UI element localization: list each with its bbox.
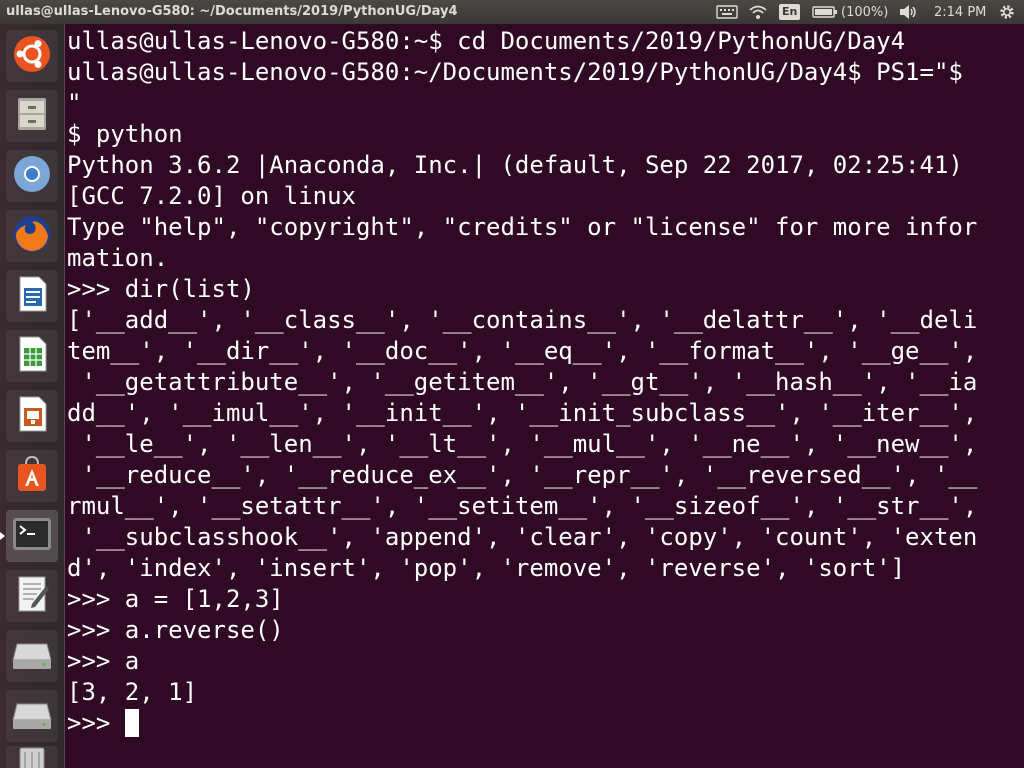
terminal-line: "	[67, 89, 82, 117]
window-title: ullas@ullas-Lenovo-G580: ~/Documents/201…	[6, 4, 458, 19]
language-indicator[interactable]: En	[779, 0, 801, 24]
text-editor-icon	[12, 574, 52, 618]
battery-percent: (100%)	[841, 4, 889, 20]
terminal-line: ['__add__', '__class__', '__contains__',…	[67, 306, 978, 334]
launcher	[0, 24, 65, 768]
terminal-line: $ python	[67, 120, 183, 148]
battery-icon	[812, 6, 838, 18]
terminal-line: [3, 2, 1]	[67, 678, 198, 706]
terminal-line: >>> a.reverse()	[67, 616, 284, 644]
launcher-disk-button-1[interactable]	[6, 630, 58, 682]
terminal-line: '__le__', '__len__', '__lt__', '__mul__'…	[67, 430, 978, 458]
chromium-icon	[12, 154, 52, 198]
terminal-line: Type "help", "copyright", "credits" or "…	[67, 213, 978, 241]
launcher-text-editor-button[interactable]	[6, 570, 58, 622]
terminal-line: >>> dir(list)	[67, 275, 255, 303]
file-cabinet-icon	[12, 94, 52, 138]
hard-drive-icon	[11, 694, 53, 738]
terminal-line: ullas@ullas-Lenovo-G580:~/Documents/2019…	[67, 58, 963, 86]
terminal-line: tem__', '__dir__', '__doc__', '__eq__', …	[67, 337, 978, 365]
spreadsheet-calc-icon	[12, 334, 52, 378]
terminal-line: dd__', '__imul__', '__init__', '__init_s…	[67, 399, 978, 427]
launcher-disk-button-2[interactable]	[6, 690, 58, 742]
launcher-calc-button[interactable]	[6, 330, 58, 382]
terminal-line: >>> a = [1,2,3]	[67, 585, 284, 613]
launcher-files-button[interactable]	[6, 90, 58, 142]
terminal-line: mation.	[67, 244, 169, 272]
document-writer-icon	[12, 274, 52, 318]
terminal-line: '__getattribute__', '__getitem__', '__gt…	[67, 368, 978, 396]
ubuntu-logo-icon	[12, 34, 52, 78]
terminal-cursor	[124, 709, 139, 737]
top-panel: ullas@ullas-Lenovo-G580: ~/Documents/201…	[0, 0, 1024, 24]
terminal-line: Python 3.6.2 |Anaconda, Inc.| (default, …	[67, 151, 963, 179]
terminal-line: '__subclasshook__', 'append', 'clear', '…	[67, 523, 978, 551]
active-app-indicator	[0, 532, 5, 540]
terminal-line: ullas@ullas-Lenovo-G580:~$ cd Documents/…	[67, 27, 906, 55]
hard-drive-icon	[11, 634, 53, 678]
keyboard-icon[interactable]	[716, 0, 738, 24]
trash-icon	[12, 746, 52, 768]
clock[interactable]: 2:14 PM	[934, 0, 986, 24]
terminal-prompt-line[interactable]: >>>	[67, 708, 977, 739]
clock-label: 2:14 PM	[934, 4, 987, 20]
terminal-line: >>> a	[67, 647, 140, 675]
firefox-icon	[12, 214, 52, 258]
terminal-line: d', 'index', 'insert', 'pop', 'remove', …	[67, 554, 906, 582]
volume-icon[interactable]	[898, 0, 918, 24]
launcher-impress-button[interactable]	[6, 390, 58, 442]
terminal-window[interactable]: ullas@ullas-Lenovo-G580:~$ cd Documents/…	[65, 24, 1024, 768]
terminal-line: rmul__', '__setattr__', '__setitem__', '…	[67, 492, 978, 520]
gear-icon[interactable]	[998, 0, 1016, 24]
software-center-icon	[12, 454, 52, 498]
terminal-prompt: >>>	[67, 709, 125, 737]
terminal-line: '__reduce__', '__reduce_ex__', '__repr__…	[67, 461, 978, 489]
launcher-software-button[interactable]	[6, 450, 58, 502]
launcher-terminal-button[interactable]	[0, 510, 58, 562]
launcher-writer-button[interactable]	[6, 270, 58, 322]
launcher-dash-button[interactable]	[6, 30, 58, 82]
terminal-line: [GCC 7.2.0] on linux	[67, 182, 356, 210]
terminal-icon	[11, 514, 53, 558]
battery-indicator[interactable]: (100%)	[812, 0, 888, 24]
language-label: En	[779, 4, 801, 20]
presentation-impress-icon	[12, 394, 52, 438]
launcher-firefox-button[interactable]	[6, 210, 58, 262]
wifi-icon[interactable]	[748, 0, 768, 24]
launcher-trash-button[interactable]	[6, 746, 58, 768]
terminal-output: ullas@ullas-Lenovo-G580:~$ cd Documents/…	[67, 26, 977, 739]
launcher-chromium-button[interactable]	[6, 150, 58, 202]
